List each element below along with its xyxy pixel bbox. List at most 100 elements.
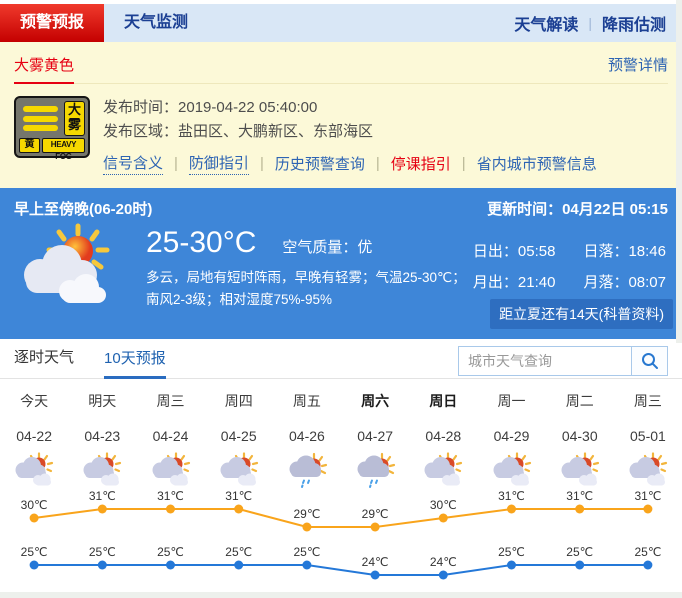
forecast-column[interactable]: 周四 04-25 <box>205 392 273 490</box>
temp-label: 25℃ <box>498 545 525 559</box>
separator: | <box>375 155 380 172</box>
sunrise: 日出：05:58 <box>472 243 556 260</box>
data-point <box>234 560 244 570</box>
warning-header: 大雾黄色 预警详情 <box>14 42 668 84</box>
forecast-column[interactable]: 周日 04-28 <box>409 392 477 490</box>
fog-icon-en-label: HEAVY FOG <box>42 138 85 161</box>
date-label: 04-28 <box>425 428 462 444</box>
publish-area-label: 发布区域： <box>103 123 179 140</box>
warning-detail-link[interactable]: 预警详情 <box>608 54 668 75</box>
temp-label: 29℃ <box>362 507 389 521</box>
temp-label: 25℃ <box>293 545 320 559</box>
shower-icon <box>341 452 409 490</box>
data-point <box>29 513 39 523</box>
sunset: 日落：18:46 <box>583 243 666 260</box>
fog-icon-top: 大雾 <box>19 101 85 136</box>
data-point <box>643 560 653 570</box>
publish-time-label: 发布时间： <box>103 99 179 116</box>
publish-area-row: 发布区域：盐田区、大鹏新区、东部海区 <box>103 120 597 144</box>
warning-link[interactable]: 停课指引 <box>391 153 451 174</box>
forecast-column[interactable]: 周三 05-01 <box>614 392 682 490</box>
forecast-column[interactable]: 周一 04-29 <box>477 392 545 490</box>
forecast-column[interactable]: 周五 04-26 <box>273 392 341 490</box>
fog-warning-icon: 大雾 黄 HEAVY FOG <box>14 96 90 161</box>
data-point <box>575 504 585 514</box>
warning-link[interactable]: 省内城市预警信息 <box>477 153 597 174</box>
top-nav: 预警预报 天气监测 天气解读 | 降雨估测 <box>0 4 682 42</box>
day-label: 周五 <box>292 393 321 409</box>
data-point <box>302 522 312 532</box>
forecast-tabs: 逐时天气 10天预报 <box>0 339 682 379</box>
moonset: 月落：08:07 <box>583 274 666 291</box>
temp-label: 24℃ <box>430 555 457 569</box>
temp-label: 25℃ <box>157 545 184 559</box>
data-point <box>29 560 39 570</box>
current-conditions: 早上至傍晚(06-20时) 更新时间：04月22日 05:15 25-30°C … <box>0 188 682 339</box>
description-line-1: 多云，局地有短时阵雨，早晚有轻雾；气温25-30℃； <box>146 270 466 285</box>
temp-label: 24℃ <box>362 555 389 569</box>
fog-icon-label: 大雾 <box>64 101 85 136</box>
temp-label: 31℃ <box>634 490 661 503</box>
publish-time-value: 2019-04-22 05:40:00 <box>178 99 318 116</box>
data-point <box>575 560 585 570</box>
nav-link[interactable]: 降雨估测 <box>602 11 666 35</box>
search-icon <box>641 353 658 369</box>
temp-label: 30℃ <box>430 498 457 512</box>
data-point <box>166 504 175 514</box>
temp-label: 31℃ <box>498 490 525 503</box>
tab-hourly-weather[interactable]: 逐时天气 <box>14 346 74 378</box>
date-label: 04-26 <box>289 428 325 444</box>
data-point <box>97 560 107 570</box>
tab-warning-forecast[interactable]: 预警预报 <box>0 4 105 42</box>
warning-body: 大雾 黄 HEAVY FOG 发布时间：2019-04-22 05:40:00 … <box>14 96 668 175</box>
partly-cloudy-icon <box>68 452 136 490</box>
fog-icon-bottom: 黄 HEAVY FOG <box>19 138 85 161</box>
separator: | <box>461 155 466 172</box>
forecast-column[interactable]: 今天 04-22 <box>0 392 68 490</box>
temp-block: 25-30°C 空气质量：优 多云，局地有短时阵雨，早晚有轻雾；气温25-30℃… <box>146 223 466 317</box>
temp-label: 25℃ <box>89 545 116 559</box>
sun-moon-times: 日出：05:58 日落：18:46 月出：21:40 月落：08:07 <box>473 240 666 292</box>
data-point <box>234 504 244 514</box>
forecast-column[interactable]: 周三 04-24 <box>136 392 204 490</box>
date-label: 04-30 <box>561 428 598 444</box>
warning-link[interactable]: 信号含义 <box>103 152 164 175</box>
partly-cloudy-icon <box>546 452 614 490</box>
temp-label: 25℃ <box>225 545 252 559</box>
separator: | <box>174 155 178 172</box>
forecast-column[interactable]: 周二 04-30 <box>546 392 614 490</box>
temperature-chart: 30℃ 31℃ 31℃ 31℃ 29℃ 29℃ 30℃ 31℃ 31℃ 31℃ 25℃ 25℃ 25℃ 2… <box>21 490 661 580</box>
tab-weather-monitoring[interactable]: 天气监测 <box>104 4 208 42</box>
temp-label: 31℃ <box>225 490 252 503</box>
forecast-column[interactable]: 周六 04-27 <box>341 392 409 490</box>
partly-cloudy-icon <box>477 452 545 490</box>
temp-label: 30℃ <box>21 498 48 512</box>
description-line-2: 南风2-3级；相对湿度75%-95% <box>146 292 333 307</box>
warning-link[interactable]: 历史预警查询 <box>275 153 365 174</box>
tab-10day-forecast[interactable]: 10天预报 <box>104 347 166 379</box>
warning-link[interactable]: 防御指引 <box>188 152 249 175</box>
warning-category-tab[interactable]: 大雾黄色 <box>14 54 75 84</box>
forecast-column[interactable]: 明天 04-23 <box>68 392 136 490</box>
data-point <box>438 513 448 523</box>
data-point <box>507 560 516 570</box>
separator: | <box>259 155 264 172</box>
solar-term-button[interactable]: 距立夏还有14天(科普资料) <box>490 299 673 329</box>
day-label: 周一 <box>497 393 526 409</box>
data-point <box>370 522 380 532</box>
publish-time-row: 发布时间：2019-04-22 05:40:00 <box>103 96 597 120</box>
publish-area-value: 盐田区、大鹏新区、东部海区 <box>178 123 374 140</box>
forecast-period: 早上至傍晚(06-20时) <box>14 201 153 218</box>
day-label: 明天 <box>88 393 117 409</box>
partly-cloudy-icon <box>614 452 682 490</box>
nav-link[interactable]: 天气解读 <box>514 11 578 35</box>
date-label: 04-27 <box>357 428 394 444</box>
partly-cloudy-icon <box>0 452 68 490</box>
fog-icon-level: 黄 <box>19 138 40 153</box>
partly-cloudy-icon <box>136 452 204 490</box>
search-input[interactable] <box>459 347 631 375</box>
search-button[interactable] <box>631 347 667 375</box>
right-gutter <box>676 0 682 343</box>
date-label: 04-29 <box>493 428 530 444</box>
data-point <box>370 570 380 580</box>
